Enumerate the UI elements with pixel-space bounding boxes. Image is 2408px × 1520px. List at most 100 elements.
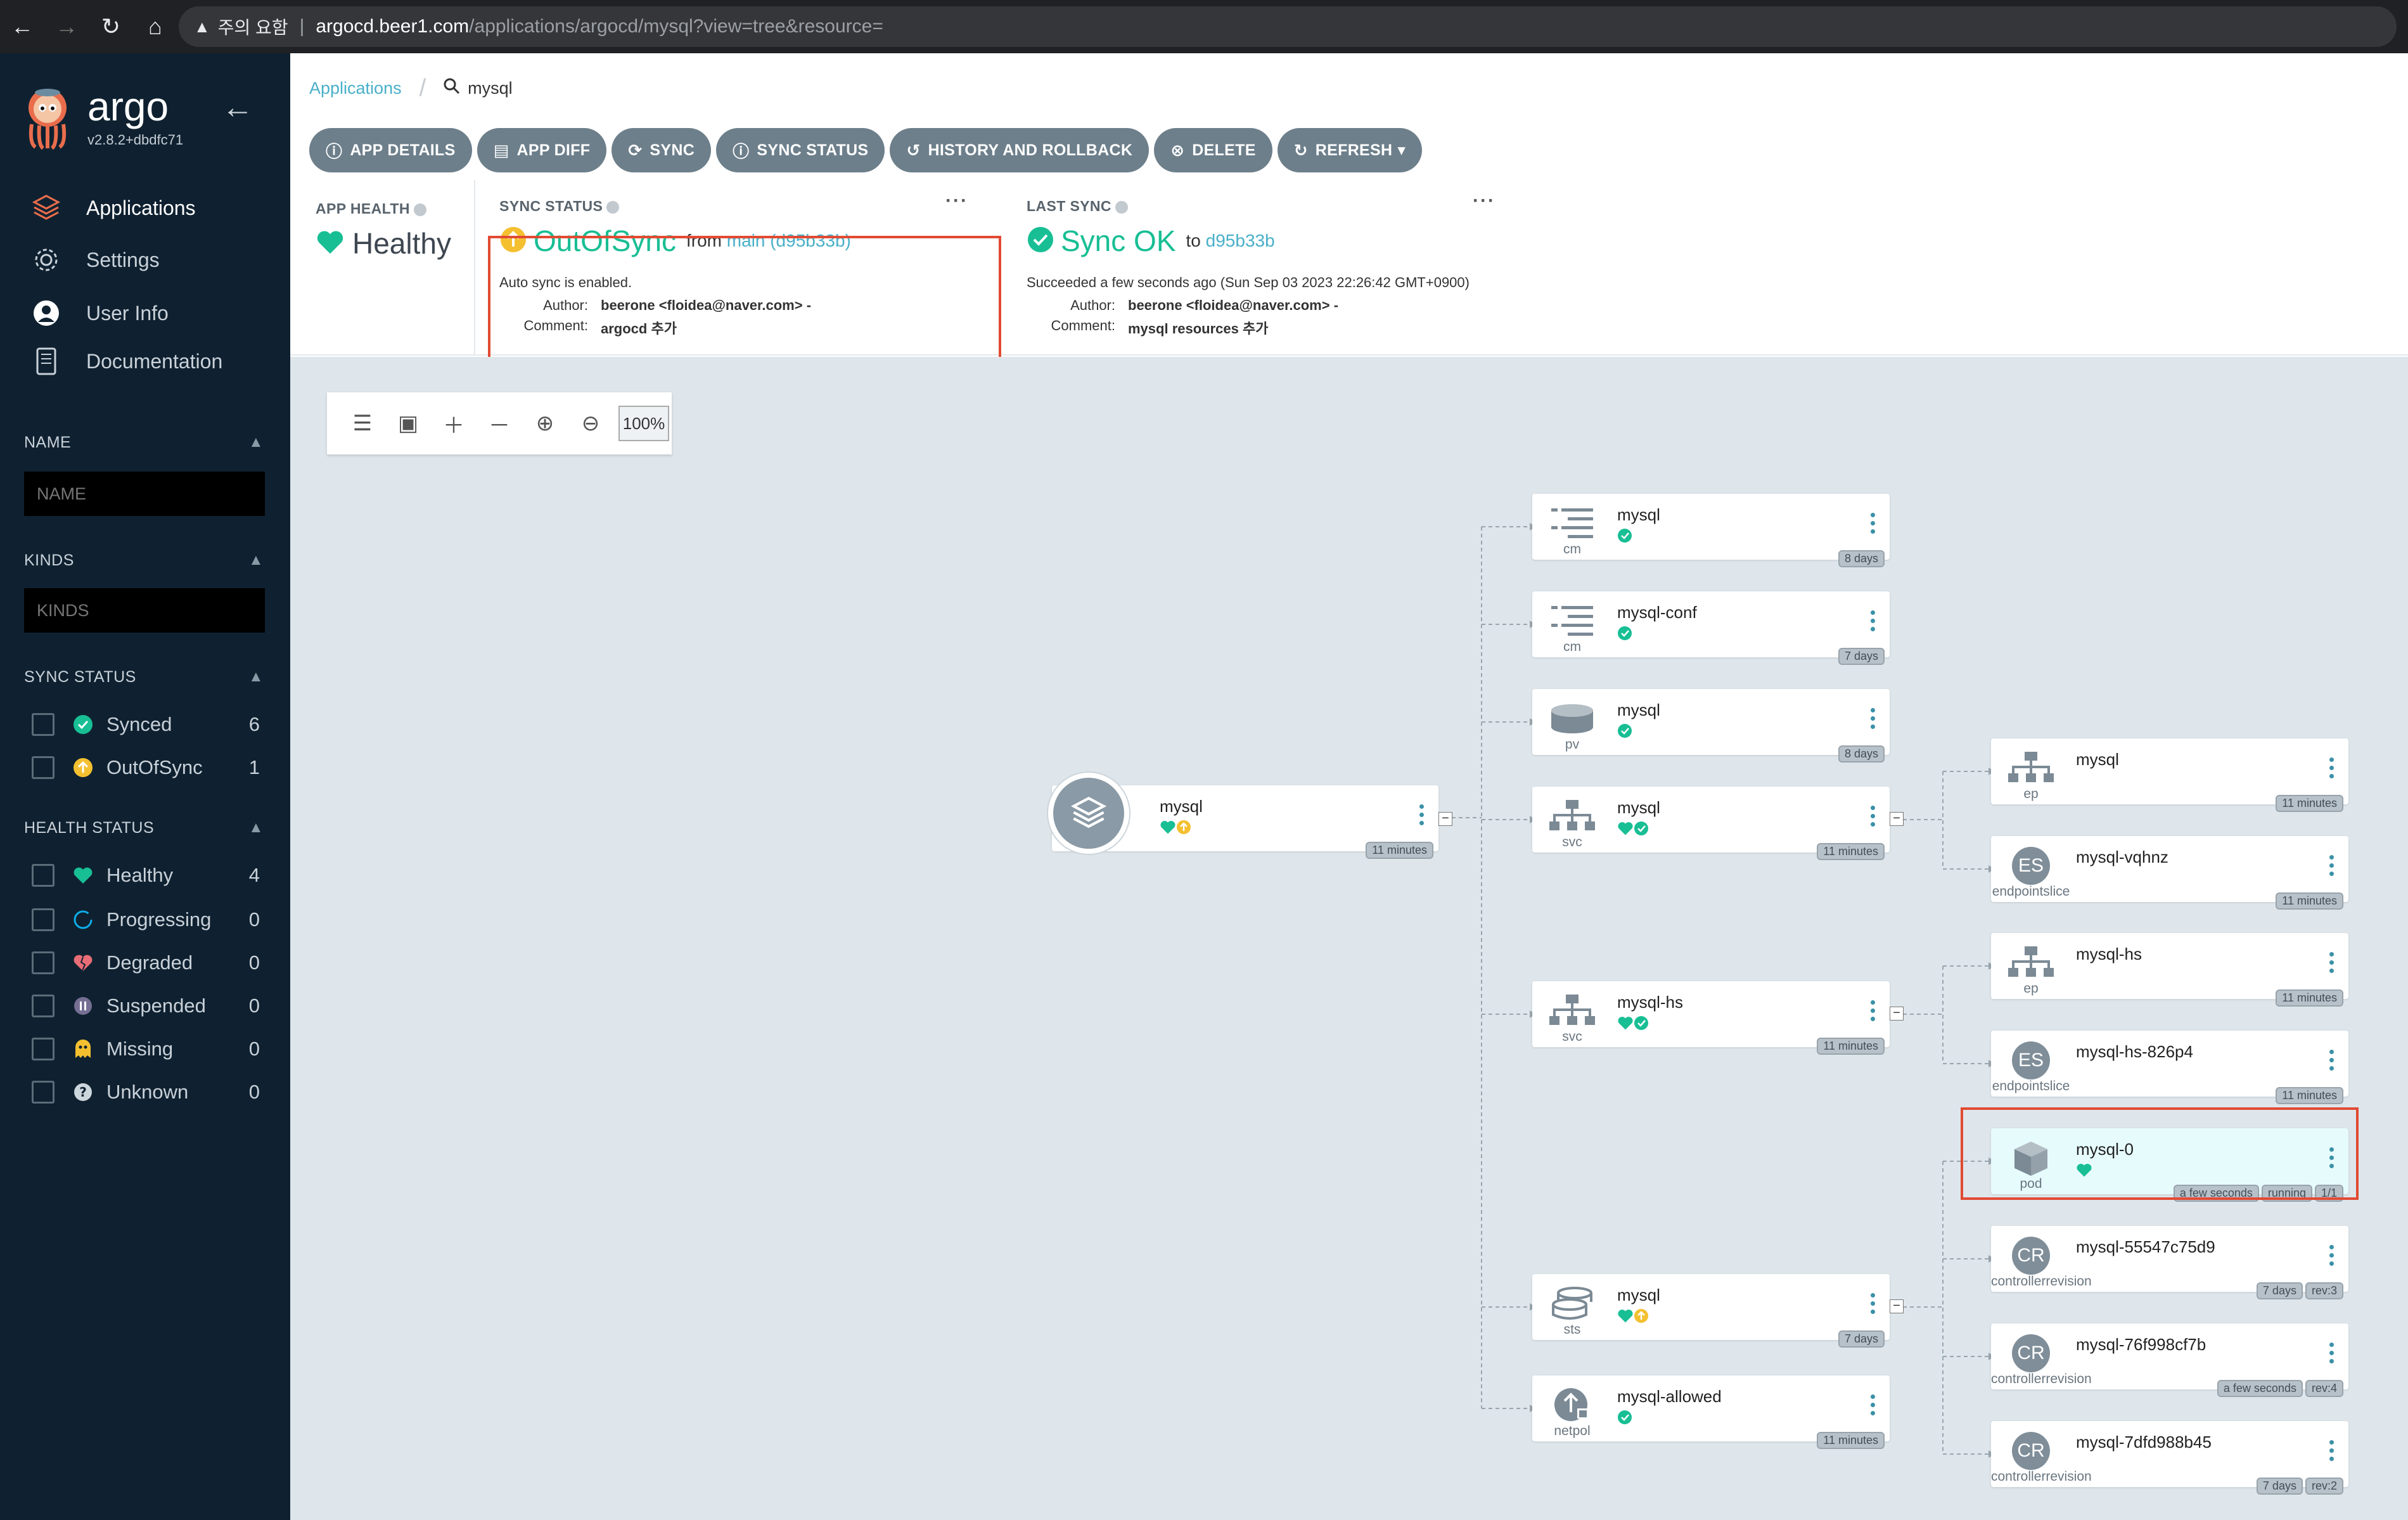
checkbox[interactable]: [32, 908, 54, 931]
resource-node[interactable]: netpol mysql-allowed 11 minutes: [1532, 1375, 1890, 1449]
sync-button[interactable]: ⟳ SYNC: [612, 128, 712, 172]
caret-up-icon[interactable]: ▲: [248, 819, 264, 837]
collapse-button[interactable]: −: [1890, 1007, 1904, 1021]
outofsync-arrow-icon: [1176, 820, 1191, 838]
child-node[interactable]: CR controllerrevision mysql-76f998cf7b a…: [1991, 1324, 2348, 1397]
checkbox[interactable]: [32, 1038, 54, 1060]
app-health-value: Healthy: [352, 227, 451, 260]
nav-documentation[interactable]: Documentation: [30, 342, 222, 380]
collapse-button[interactable]: −: [1890, 812, 1904, 826]
checkbox[interactable]: [32, 1081, 54, 1104]
sync-icon: ⟳: [628, 140, 643, 160]
reload-icon[interactable]: ↻: [89, 0, 133, 53]
filter-missing[interactable]: Missing 0: [32, 1033, 260, 1065]
node-menu-icon[interactable]: [1871, 708, 1876, 733]
delete-button[interactable]: ⊗ DELETE: [1154, 128, 1272, 172]
filter-synced[interactable]: Synced 6: [32, 709, 260, 740]
node-menu-icon[interactable]: [1871, 610, 1876, 635]
book-icon: [30, 345, 62, 377]
help-icon[interactable]: [606, 200, 620, 214]
child-node[interactable]: CR controllerrevision mysql-7dfd988b45 7…: [1991, 1421, 2348, 1495]
app-details-button[interactable]: ⓘ APP DETAILS: [309, 128, 472, 172]
resource-node[interactable]: svc mysql 11 minutes −: [1532, 787, 1904, 860]
node-menu-icon[interactable]: [2329, 1440, 2334, 1465]
breadcrumb-applications[interactable]: Applications: [309, 79, 402, 98]
child-node[interactable]: ep mysql-hs 11 minutes: [1991, 933, 2348, 1007]
node-menu-icon[interactable]: [1871, 1394, 1876, 1419]
ghost-icon: [72, 1038, 94, 1060]
node-menu-icon[interactable]: [2329, 1245, 2334, 1270]
checkbox[interactable]: [32, 995, 54, 1017]
last-sync-panel[interactable]: LAST SYNC ··· Sync OK to d95b33b Succeed…: [1027, 185, 1521, 352]
collapse-sidebar-icon[interactable]: ←: [222, 89, 253, 126]
resource-tree-canvas[interactable]: ☰ ▣ ＋ － ⊕ ⊖ 100% mysql 11 minutes − cm m…: [290, 357, 2408, 1520]
forward-arrow-icon[interactable]: →: [44, 0, 89, 53]
filter-degraded[interactable]: Degraded 0: [32, 947, 260, 979]
kinds-filter-input[interactable]: [24, 588, 265, 633]
argo-logo[interactable]: argo v2.8.2+dbdfc71: [23, 86, 183, 150]
filter-unknown[interactable]: ? Unknown 0: [32, 1076, 260, 1108]
caret-up-icon[interactable]: ▲: [248, 551, 264, 569]
back-arrow-icon[interactable]: ←: [0, 0, 44, 53]
node-menu-icon[interactable]: [2329, 952, 2334, 977]
checkbox[interactable]: [32, 713, 54, 736]
filter-suspended[interactable]: Suspended 0: [32, 990, 260, 1022]
caret-up-icon[interactable]: ▲: [248, 434, 264, 451]
revision-link[interactable]: d95b33b: [1206, 231, 1275, 250]
logo-word: argo: [87, 84, 169, 129]
resource-node[interactable]: sts mysql 7 days −: [1532, 1274, 1904, 1348]
filter-outofsync[interactable]: OutOfSync 1: [32, 752, 260, 783]
address-bar[interactable]: ▲ 주의 요함 | argocd.beer1.com /applications…: [179, 6, 2397, 47]
service-icon: [1544, 989, 1601, 1033]
controllerrevision-icon: CR: [2012, 1432, 2050, 1470]
child-node[interactable]: ES endpointslice mysql-hs-826p4 11 minut…: [1991, 1031, 2348, 1104]
node-menu-icon[interactable]: [1419, 804, 1425, 829]
node-menu-icon[interactable]: [2329, 855, 2334, 880]
node-menu-icon[interactable]: [1871, 806, 1876, 830]
more-menu-icon[interactable]: ···: [1473, 190, 1495, 212]
resource-node[interactable]: cm mysql-conf 7 days: [1532, 591, 1890, 665]
node-menu-icon[interactable]: [1871, 513, 1876, 538]
name-filter-input[interactable]: [24, 472, 265, 516]
collapse-button[interactable]: −: [1890, 1299, 1904, 1313]
app-diff-button[interactable]: ▤ APP DIFF: [477, 128, 607, 172]
nav-settings[interactable]: Settings: [30, 241, 160, 279]
node-menu-icon[interactable]: [1871, 1000, 1876, 1025]
resource-node[interactable]: pv mysql 8 days: [1532, 689, 1890, 763]
sync-status-button[interactable]: ⓘ SYNC STATUS: [716, 128, 885, 172]
resource-node[interactable]: svc mysql-hs 11 minutes −: [1532, 981, 1904, 1055]
heart-icon: [1617, 1015, 1634, 1034]
node-menu-icon[interactable]: [1871, 1293, 1876, 1318]
checkbox[interactable]: [32, 864, 54, 887]
node-menu-icon[interactable]: [2329, 757, 2334, 782]
home-icon[interactable]: ⌂: [133, 0, 177, 53]
collapse-button[interactable]: −: [1438, 812, 1452, 826]
filter-progressing[interactable]: Progressing 0: [32, 904, 260, 936]
url-path: /applications/argocd/mysql?view=tree&res…: [469, 16, 883, 37]
caret-up-icon[interactable]: ▲: [248, 668, 264, 686]
warning-icon[interactable]: ▲: [194, 17, 210, 37]
resource-node[interactable]: cm mysql 8 days: [1532, 494, 1890, 567]
child-node[interactable]: ES endpointslice mysql-vqhnz 11 minutes: [1991, 836, 2348, 910]
help-icon[interactable]: [413, 203, 426, 216]
outofsync-arrow-icon: [72, 757, 94, 778]
filter-healthy[interactable]: Healthy 4: [32, 860, 260, 891]
child-node[interactable]: CR controllerrevision mysql-55547c75d9 7…: [1991, 1226, 2348, 1299]
heart-icon: [1617, 821, 1634, 839]
help-icon[interactable]: [1115, 200, 1128, 214]
app-node-mysql[interactable]: mysql 11 minutes −: [1048, 773, 1452, 859]
synced-check-icon: [1617, 723, 1632, 742]
child-node[interactable]: ep mysql 11 minutes: [1991, 738, 2348, 812]
node-menu-icon[interactable]: [2329, 1343, 2334, 1367]
more-menu-icon[interactable]: ···: [945, 190, 968, 212]
argo-octopus-icon: [23, 86, 72, 150]
synced-check-icon: [1634, 1015, 1649, 1034]
refresh-button[interactable]: ↻ REFRESH ▾: [1277, 128, 1423, 172]
history-rollback-button[interactable]: ↺ HISTORY AND ROLLBACK: [890, 128, 1150, 172]
checkbox[interactable]: [32, 756, 54, 779]
nav-applications[interactable]: Applications: [30, 189, 196, 227]
security-warning[interactable]: 주의 요함: [218, 14, 288, 39]
checkbox[interactable]: [32, 951, 54, 974]
nav-user-info[interactable]: User Info: [30, 294, 169, 332]
node-menu-icon[interactable]: [2329, 1050, 2334, 1074]
